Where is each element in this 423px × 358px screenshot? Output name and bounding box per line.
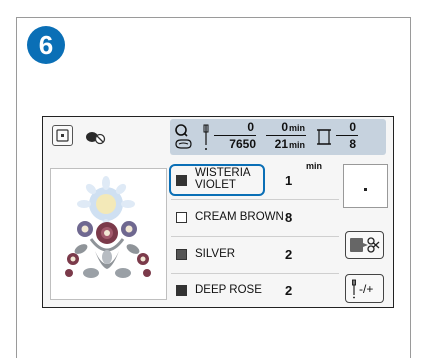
time-elapsed: 0 [281, 120, 288, 134]
adjust-label: -/+ [359, 282, 374, 296]
color-swatch [176, 212, 187, 223]
stitches-done: 0 [247, 120, 254, 134]
time-unit-bottom: min [289, 140, 306, 150]
color-name: CREAM BROWN [195, 211, 284, 223]
color-time-unit: min [306, 161, 323, 171]
design-size-button[interactable] [52, 125, 73, 146]
color-swatch [176, 249, 187, 260]
color-name: DEEP ROSE [195, 284, 262, 296]
time-unit-top: min [289, 123, 306, 133]
stitch-fraction-line [214, 135, 256, 136]
color-time: 2 [285, 247, 293, 262]
color-name: SILVER [195, 248, 236, 260]
swatch-fill [177, 176, 186, 185]
stitch-adjust-button[interactable]: -/+ [345, 274, 384, 303]
color-current: 0 [349, 120, 356, 134]
color-row-2[interactable]: CREAM BROWN 8 [168, 200, 341, 236]
step-number-badge: 6 [27, 26, 65, 64]
thread-trim-icon [350, 237, 380, 253]
color-time: 1 [285, 173, 293, 188]
trim-thread-button[interactable] [345, 231, 384, 259]
frame-icon [56, 129, 69, 142]
color-name-line2: VIOLET [195, 179, 236, 191]
color-swatch [176, 175, 187, 186]
stitch-status-bar: 0 7650 0 min 21 min 0 8 [170, 119, 386, 155]
color-swatch [176, 285, 187, 296]
needle-position-dot [364, 188, 367, 191]
time-total: 21 [274, 137, 288, 151]
color-row-1[interactable]: WISTERIA VIOLET 1 min [168, 161, 341, 199]
color-time: 2 [285, 283, 293, 298]
embroidery-design-image [65, 176, 151, 278]
needle-icon [352, 279, 356, 299]
pattern-preview [50, 168, 167, 300]
bobbin-thread-icon [175, 124, 192, 149]
embroidery-screen: 0 7650 0 min 21 min 0 8 WISTERIA VIOLET … [42, 116, 394, 308]
time-fraction-line [266, 135, 306, 136]
color-row-3[interactable]: SILVER 2 [168, 237, 341, 273]
color-row-4[interactable]: DEEP ROSE 2 [168, 273, 341, 309]
thread-spool-icon [317, 129, 331, 145]
color-count: 8 [349, 137, 356, 151]
thread-cut-off-icon[interactable] [85, 131, 107, 145]
color-name-line1: WISTERIA [195, 167, 251, 179]
needle-icon [203, 124, 209, 150]
total-stitches: 7650 [229, 137, 256, 151]
needle-position-window [343, 164, 388, 208]
color-time: 8 [285, 210, 293, 225]
color-fraction-line [336, 135, 358, 136]
